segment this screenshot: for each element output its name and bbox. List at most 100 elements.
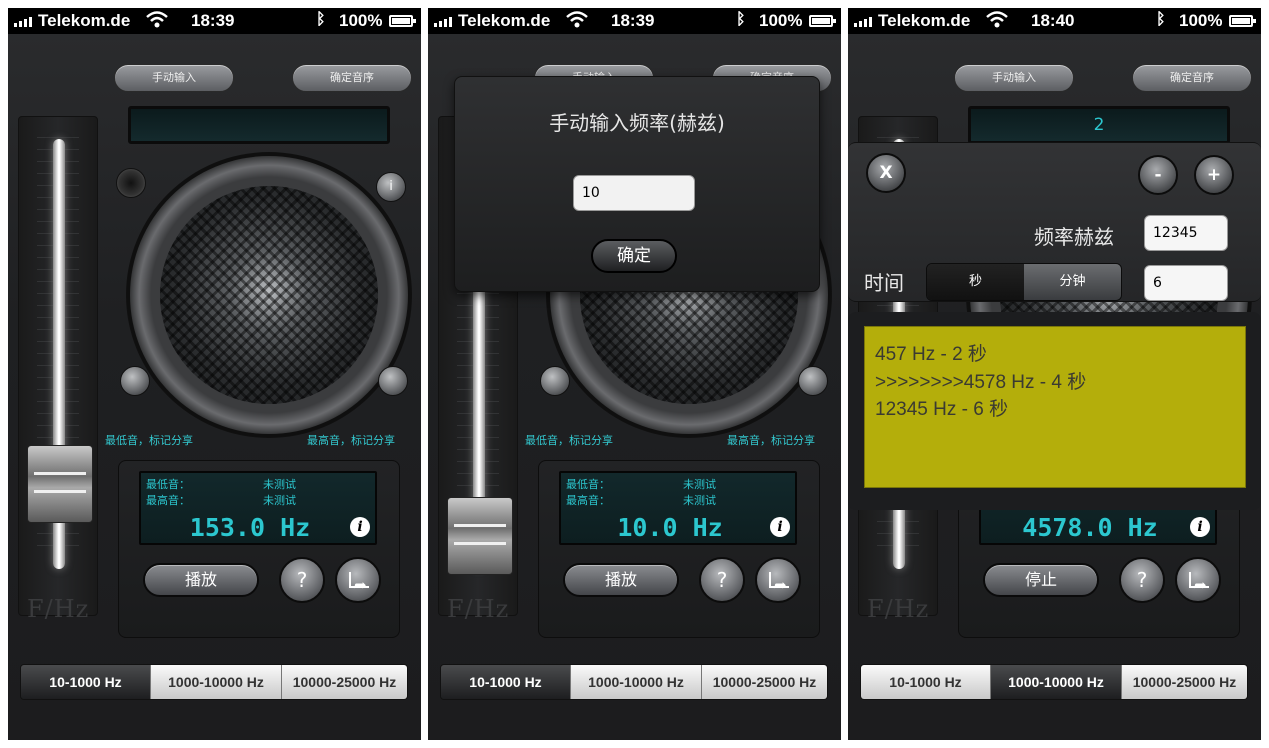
battery-percent: 100% <box>339 11 383 30</box>
signal-icon <box>854 15 876 27</box>
clock: 18:39 <box>191 11 235 30</box>
help-icon[interactable]: ? <box>279 557 325 603</box>
app-body: 手动输入 确定音序 F/Hz 最低音，标记分享 最高音，标记分享 最低音：未测试… <box>428 34 841 740</box>
wifi-icon <box>146 11 168 34</box>
app-body: 手动输入 确定音序 F/Hz i 最低音，标记分享 最高音，标记分享 最低音： 未… <box>8 34 421 740</box>
sequence-item: >>>>>>>>4578 Hz - 4 秒 <box>875 372 1087 393</box>
max-caption[interactable]: 最高音，标记分享 <box>307 432 395 448</box>
help-icon[interactable]: ? <box>1119 557 1165 603</box>
frequency-readout: 153.0 Hz <box>189 513 311 542</box>
battery-percent: 100% <box>1179 11 1223 30</box>
lcd-max-value: 未测试 <box>683 494 716 507</box>
wifi-icon <box>986 11 1008 34</box>
range-option[interactable]: 1000-10000 Hz <box>151 665 282 699</box>
status-bar: Telekom.de 18:40 ᛒ 100% <box>848 8 1261 34</box>
wifi-icon <box>566 11 588 34</box>
ok-button[interactable]: 确定 <box>591 239 677 273</box>
screen-1: Telekom.de 18:39 ᛒ 100% 手动输入 确定音序 F/Hz i… <box>8 8 421 740</box>
range-option[interactable]: 1000-10000 Hz <box>991 665 1122 699</box>
time-unit-selector: 秒 分钟 <box>926 263 1122 301</box>
min-mark-knob[interactable] <box>540 366 570 396</box>
time-input[interactable]: 6 <box>1144 265 1228 301</box>
share-icon[interactable] <box>335 557 381 606</box>
frequency-input[interactable]: 10 <box>573 175 695 211</box>
signal-icon <box>434 15 456 27</box>
dialog-title: 手动输入频率(赫兹) <box>549 111 725 135</box>
min-caption[interactable]: 最低音，标记分享 <box>525 432 613 448</box>
frequency-slider[interactable]: F/Hz <box>18 116 98 623</box>
play-button[interactable]: 播放 <box>563 563 679 597</box>
confirm-pitch-button[interactable]: 确定音序 <box>1132 64 1252 92</box>
slider-thumb[interactable] <box>447 497 513 575</box>
share-icon[interactable] <box>755 557 801 606</box>
manual-input-button[interactable]: 手动输入 <box>954 64 1074 92</box>
info-knob[interactable]: i <box>376 172 406 202</box>
range-selector: 10-1000 Hz 1000-10000 Hz 10000-25000 Hz <box>860 664 1248 700</box>
range-option[interactable]: 10-1000 Hz <box>441 665 571 699</box>
speaker <box>126 152 412 438</box>
info-icon[interactable]: i <box>770 517 790 537</box>
battery-percent: 100% <box>759 11 803 30</box>
slider-label: F/Hz <box>447 595 510 623</box>
lcd-display: 最低音： 未测试 最高音： 未测试 153.0 Hz i <box>139 471 377 545</box>
bluetooth-icon: ᛒ <box>736 11 746 28</box>
sequence-item: 12345 Hz - 6 秒 <box>875 399 1009 420</box>
range-option[interactable]: 10000-25000 Hz <box>702 665 827 699</box>
range-option[interactable]: 1000-10000 Hz <box>571 665 702 699</box>
max-mark-knob[interactable] <box>378 366 408 396</box>
frequency-readout: 4578.0 Hz <box>1022 513 1158 542</box>
info-icon[interactable]: i <box>350 517 370 537</box>
lcd-max-label: 最高音： <box>566 494 610 507</box>
lcd-max-label: 最高音： <box>146 494 190 507</box>
close-button[interactable]: X <box>866 153 906 193</box>
stop-button[interactable]: 停止 <box>983 563 1099 597</box>
carrier-name: Telekom.de <box>38 11 131 30</box>
status-bar: Telekom.de 18:39 ᛒ 100% <box>8 8 421 34</box>
slider-label: F/Hz <box>867 595 930 623</box>
top-display <box>128 106 390 144</box>
clock: 18:39 <box>611 11 655 30</box>
min-mark-knob[interactable] <box>120 366 150 396</box>
screen-2: Telekom.de 18:39 ᛒ 100% 手动输入 确定音序 F/Hz 最… <box>428 8 841 740</box>
slider-thumb[interactable] <box>27 445 93 523</box>
range-option[interactable]: 10-1000 Hz <box>21 665 151 699</box>
play-button[interactable]: 播放 <box>143 563 259 597</box>
lcd-display: 最低音： 未测试 最高音： 未测试 10.0 Hz i <box>559 471 797 545</box>
battery-icon <box>1229 15 1256 27</box>
min-caption[interactable]: 最低音，标记分享 <box>105 432 193 448</box>
remove-button[interactable]: - <box>1138 155 1178 195</box>
range-option[interactable]: 10-1000 Hz <box>861 665 991 699</box>
range-option[interactable]: 10000-25000 Hz <box>1122 665 1247 699</box>
max-mark-knob[interactable] <box>798 366 828 396</box>
app-body: 手动输入 确定音序 2 F/Hz 4578.0 Hz i 停止 ? 10-100… <box>848 34 1261 740</box>
confirm-pitch-button[interactable]: 确定音序 <box>292 64 412 92</box>
manual-input-button[interactable]: 手动输入 <box>114 64 234 92</box>
control-panel: 最低音： 未测试 最高音： 未测试 153.0 Hz i 播放 ? <box>118 460 400 638</box>
frequency-input[interactable]: 12345 <box>1144 215 1228 251</box>
help-icon[interactable]: ? <box>699 557 745 603</box>
battery-icon <box>389 15 416 27</box>
range-selector: 10-1000 Hz 1000-10000 Hz 10000-25000 Hz <box>20 664 408 700</box>
sequence-item: 457 Hz - 2 秒 <box>875 344 987 365</box>
max-caption[interactable]: 最高音，标记分享 <box>727 432 815 448</box>
frequency-label: 频率赫兹 <box>1034 225 1114 249</box>
clock: 18:40 <box>1031 11 1075 30</box>
sequence-list[interactable]: 457 Hz - 2 秒 >>>>>>>>4578 Hz - 4 秒 12345… <box>864 326 1246 488</box>
info-icon[interactable]: i <box>1190 517 1210 537</box>
range-selector: 10-1000 Hz 1000-10000 Hz 10000-25000 Hz <box>440 664 828 700</box>
share-icon[interactable] <box>1175 557 1221 606</box>
bluetooth-icon: ᛒ <box>1156 11 1166 28</box>
add-button[interactable]: + <box>1194 155 1234 195</box>
manual-frequency-dialog: 手动输入频率(赫兹) 10 确定 <box>454 76 820 292</box>
range-option[interactable]: 10000-25000 Hz <box>282 665 407 699</box>
control-panel: 最低音： 未测试 最高音： 未测试 10.0 Hz i 播放 ? <box>538 460 820 638</box>
sequence-editor: X - + 频率赫兹 12345 时间 秒 分钟 6 <box>848 142 1261 302</box>
time-label: 时间 <box>864 271 904 295</box>
battery-icon <box>809 15 836 27</box>
unit-seconds[interactable]: 秒 <box>927 264 1024 300</box>
unit-minutes[interactable]: 分钟 <box>1024 264 1121 300</box>
signal-icon <box>14 15 36 27</box>
lcd-min-label: 最低音： <box>146 478 190 491</box>
frequency-readout: 10.0 Hz <box>617 513 723 542</box>
status-bar: Telekom.de 18:39 ᛒ 100% <box>428 8 841 34</box>
